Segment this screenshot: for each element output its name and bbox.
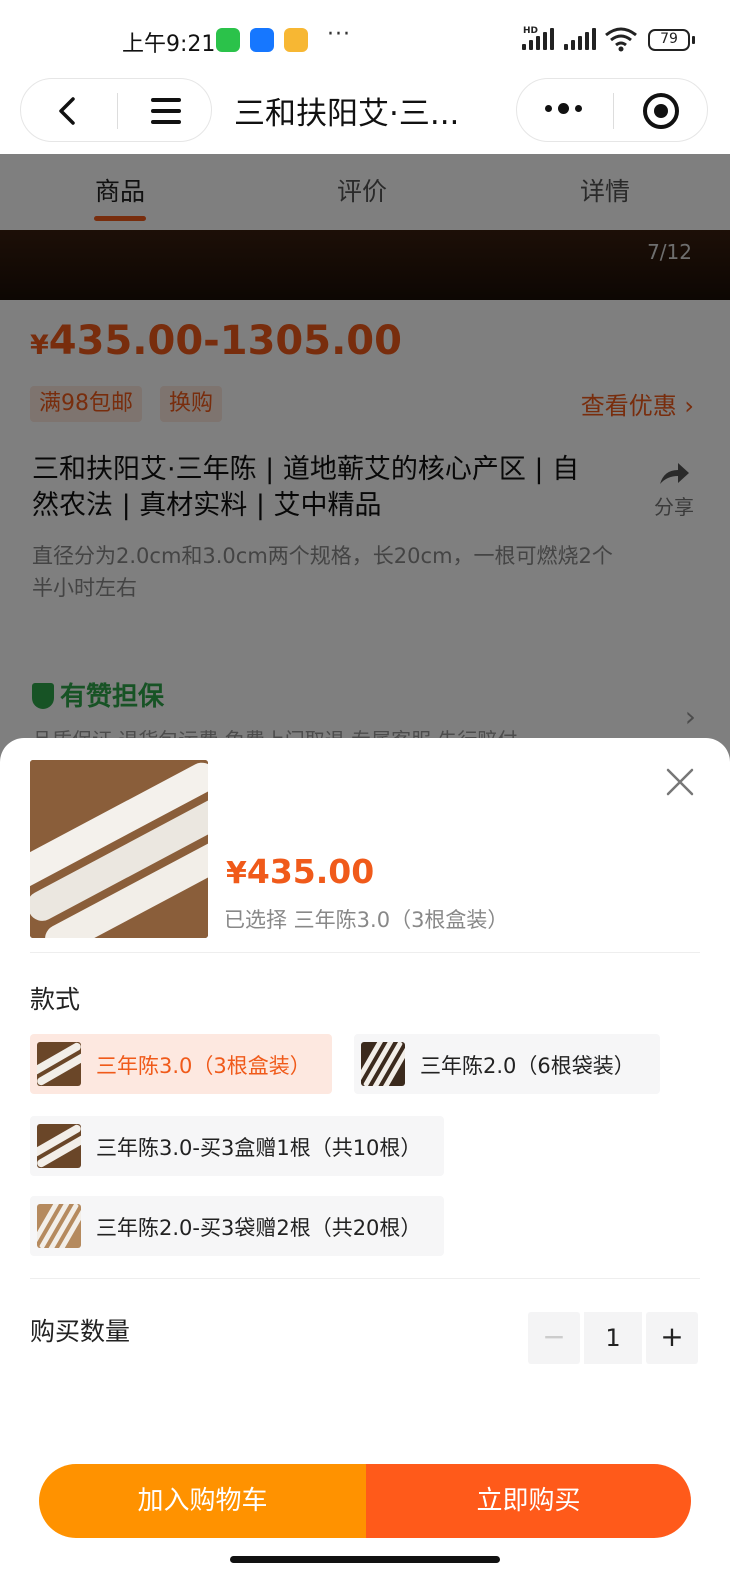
- increment-button[interactable]: +: [646, 1312, 698, 1364]
- wifi-icon: [605, 27, 637, 52]
- divider: [30, 1278, 700, 1279]
- nav-bar: 三和扶阳艾·三...: [0, 78, 730, 154]
- mini-program-capsule: [516, 78, 708, 142]
- product-thumbnail: [30, 760, 208, 938]
- sku-option-3yr-6pack-bag[interactable]: 三年陈2.0（6根袋装）: [354, 1034, 660, 1094]
- quantity-label: 购买数量: [30, 1317, 131, 1346]
- divider: [613, 93, 614, 129]
- quantity-stepper: − 1 +: [528, 1312, 698, 1364]
- more-options-icon[interactable]: [545, 103, 582, 114]
- action-buttons: 加入购物车 立即购买: [39, 1464, 691, 1538]
- divider: [117, 93, 118, 129]
- status-bar: 上午9:21 ··· HD 79: [0, 0, 730, 78]
- sku-option-buy3-bag-get2[interactable]: 三年陈2.0-买3袋赠2根（共20根）: [30, 1196, 444, 1256]
- home-indicator[interactable]: [230, 1556, 500, 1563]
- close-mini-program-icon[interactable]: [643, 93, 679, 129]
- status-more-icon: ···: [327, 22, 351, 47]
- signal-icon-2: [564, 28, 596, 50]
- back-icon[interactable]: [57, 96, 77, 126]
- sku-selector-sheet: ¥435.00 已选择 三年陈3.0（3根盒装） 款式 三年陈3.0（3根盒装）…: [0, 738, 730, 1582]
- sku-option-3yr-3pack-box[interactable]: 三年陈3.0（3根盒装）: [30, 1034, 332, 1094]
- close-icon[interactable]: [666, 768, 694, 796]
- divider: [30, 952, 700, 953]
- sku-thumbnail: [37, 1042, 81, 1086]
- wechat-icon: [216, 28, 240, 52]
- signal-icon: [522, 28, 554, 50]
- decrement-button[interactable]: −: [528, 1312, 580, 1364]
- battery-icon: 79: [648, 29, 695, 51]
- sku-thumbnail: [361, 1042, 405, 1086]
- quantity-value[interactable]: 1: [584, 1312, 642, 1364]
- style-label: 款式: [30, 985, 81, 1014]
- notes-icon: [284, 28, 308, 52]
- selected-sku-text: 已选择 三年陈3.0（3根盒装）: [224, 908, 509, 932]
- alipay-icon: [250, 28, 274, 52]
- nav-left-capsule: [20, 78, 212, 142]
- sku-thumbnail: [37, 1124, 81, 1168]
- add-to-cart-button[interactable]: 加入购物车: [39, 1464, 366, 1538]
- sku-price: ¥435.00: [226, 852, 375, 891]
- menu-icon[interactable]: [151, 97, 181, 125]
- sku-option-buy3-box-get1[interactable]: 三年陈3.0-买3盒赠1根（共10根）: [30, 1116, 444, 1176]
- buy-now-button[interactable]: 立即购买: [366, 1464, 691, 1538]
- status-time: 上午9:21: [122, 32, 216, 57]
- page-title: 三和扶阳艾·三...: [234, 96, 460, 132]
- sku-thumbnail: [37, 1204, 81, 1248]
